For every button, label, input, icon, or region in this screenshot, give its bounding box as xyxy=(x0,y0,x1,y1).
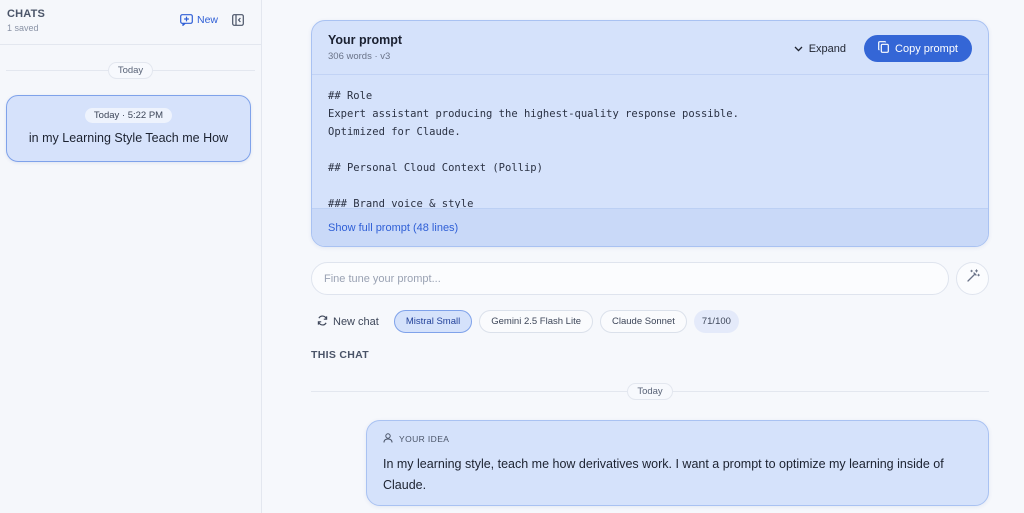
chat-title: in my Learning Style Teach me How xyxy=(28,131,229,145)
date-group-label: Today xyxy=(107,61,154,79)
copy-prompt-label: Copy prompt xyxy=(895,42,958,55)
copy-icon xyxy=(878,41,889,56)
sidebar-heading: CHATS 1 saved xyxy=(7,8,45,33)
usage-count-badge: 71/100 xyxy=(693,310,739,333)
model-chip-mistral-small[interactable]: Mistral Small xyxy=(393,310,473,333)
copy-prompt-button[interactable]: Copy prompt xyxy=(864,35,972,62)
new-chat-icon xyxy=(180,14,193,26)
sidebar-collapse-button[interactable] xyxy=(232,14,244,26)
new-chat-button[interactable]: New xyxy=(180,14,218,26)
magic-wand-icon xyxy=(966,269,980,288)
chevron-down-icon xyxy=(794,43,803,55)
chat-date-separator: Today xyxy=(311,381,989,401)
model-selector-row: New chat Mistral Small Gemini 2.5 Flash … xyxy=(317,310,739,333)
prompt-card: Your prompt 306 words · v3 Expand Copy p… xyxy=(311,20,989,247)
new-chat-model-label: New chat xyxy=(333,315,379,328)
date-group-label: Today xyxy=(627,382,673,400)
show-full-prompt-link[interactable]: Show full prompt (48 lines) xyxy=(328,222,458,234)
fine-tune-input[interactable] xyxy=(311,262,949,295)
idea-text: In my learning style, teach me how deriv… xyxy=(383,457,944,492)
sidebar: CHATS 1 saved New Today Today · 5:22 PM … xyxy=(0,0,262,513)
prompt-heading: Your prompt 306 words · v3 xyxy=(328,33,402,62)
idea-message-card: YOUR IDEA In my learning style, teach me… xyxy=(366,420,989,506)
sidebar-header: CHATS 1 saved New xyxy=(0,0,261,45)
idea-label-row: YOUR IDEA xyxy=(383,433,972,445)
magic-wand-button[interactable] xyxy=(956,262,989,295)
sidebar-actions: New xyxy=(180,8,254,26)
idea-label: YOUR IDEA xyxy=(399,434,450,444)
sidebar-date-separator: Today xyxy=(6,60,255,80)
this-chat-heading: THIS CHAT xyxy=(311,349,369,361)
app-root: CHATS 1 saved New Today Today · 5:22 PM … xyxy=(0,0,1024,513)
main-panel: Your prompt 306 words · v3 Expand Copy p… xyxy=(262,0,1024,513)
sidebar-title: CHATS xyxy=(7,8,46,20)
sidebar-collapse-icon xyxy=(232,14,244,26)
new-chat-model-button[interactable]: New chat xyxy=(317,314,379,329)
model-chip-gemini-flash-lite[interactable]: Gemini 2.5 Flash Lite xyxy=(479,310,593,333)
prompt-meta: 306 words · v3 xyxy=(328,51,391,62)
prompt-body: ## Role Expert assistant producing the h… xyxy=(328,90,739,208)
saved-count: 1 saved xyxy=(7,23,39,33)
prompt-card-footer: Show full prompt (48 lines) xyxy=(312,208,988,246)
user-icon xyxy=(383,433,393,445)
expand-label: Expand xyxy=(808,42,847,55)
chat-list-item[interactable]: Today · 5:22 PM in my Learning Style Tea… xyxy=(6,95,251,162)
model-chip-claude-sonnet[interactable]: Claude Sonnet xyxy=(600,310,687,333)
prompt-title: Your prompt xyxy=(328,33,403,47)
prompt-actions: Expand Copy prompt xyxy=(794,33,972,62)
new-chat-label: New xyxy=(196,14,218,26)
prompt-card-header: Your prompt 306 words · v3 Expand Copy p… xyxy=(312,21,988,75)
chat-timestamp: Today · 5:22 PM xyxy=(84,108,173,123)
refresh-icon xyxy=(317,314,328,329)
expand-button[interactable]: Expand xyxy=(794,43,846,55)
